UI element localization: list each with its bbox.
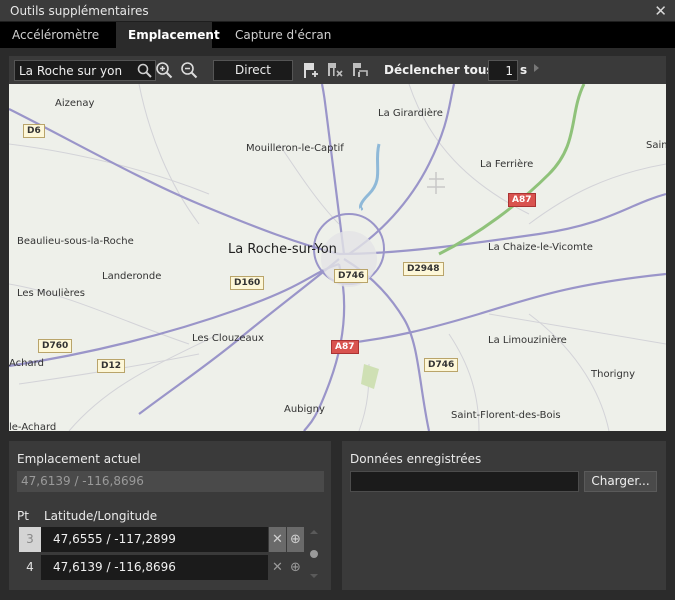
saved-data-title: Données enregistrées [350,452,482,466]
trigger-interval-input[interactable] [488,60,518,81]
road-shield: D2948 [403,262,444,276]
add-pin-icon[interactable] [301,61,319,79]
trigger-unit: s [520,63,528,77]
scroll-up-icon [310,530,318,534]
point-latlng-value[interactable]: 47,6555 / -117,2899 [41,527,268,552]
map-place-label: La Limouzinière [488,335,567,346]
points-row[interactable]: 4 47,6139 / -116,8696 ✕ ⊕ [19,555,303,580]
tab-bar: Accéléromètre Emplacement Capture d'écra… [0,22,675,48]
tab-accelerometer[interactable]: Accéléromètre [0,22,111,48]
road-shield: A87 [508,193,536,207]
point-number: 4 [26,560,34,574]
search-icon[interactable] [136,62,153,79]
search-input[interactable] [15,61,133,80]
map-place-label: La Chaize-le-Vicomte [488,242,593,253]
route-icon[interactable] [351,61,369,79]
points-row[interactable]: 3 47,6555 / -117,2899 ✕ ⊕ [19,527,304,552]
clear-pins-icon[interactable] [326,61,344,79]
saved-data-field[interactable] [350,471,579,492]
map-place-label: Les Clouzeaux [192,333,264,344]
tab-location[interactable]: Emplacement [116,22,220,48]
road-shield: D760 [38,339,73,353]
map-roads [9,84,666,431]
zoom-in-icon[interactable] [155,61,173,79]
road-shield: D12 [97,359,125,373]
tab-screenshot[interactable]: Capture d'écran [223,22,343,48]
map-place-label: Saint [646,140,666,151]
map-place-label: La Ferrière [480,159,534,170]
play-icon[interactable] [534,64,539,72]
map-place-label: La Girardière [378,108,443,119]
zoom-out-icon[interactable] [180,61,198,79]
saved-data-panel: Données enregistrées Charger... [342,441,666,590]
delete-point-icon[interactable]: ✕ [269,527,286,552]
scroll-down-icon [310,574,318,578]
current-location-field: 47,6139 / -116,8696 [17,471,324,492]
points-scrollbar[interactable] [309,527,319,581]
map-place-label: Saint-Florent-des-Bois [451,410,561,421]
delete-point-icon[interactable]: ✕ [269,555,286,580]
search-box [14,60,156,81]
add-point-icon[interactable]: ⊕ [287,527,304,552]
map-place-label: Les Moulières [17,288,85,299]
map-place-label: Landeronde [102,271,162,282]
map-place-label: La Roche-sur-Yon [228,242,337,257]
close-icon[interactable]: ✕ [654,2,667,20]
points-col-pt: Pt [17,509,29,523]
location-panel: Emplacement actuel 47,6139 / -116,8696 P… [9,441,331,590]
road-shield: D746 [424,358,459,372]
window-title: Outils supplémentaires [10,4,149,18]
road-shield: D6 [23,124,45,138]
road-shield: D746 [334,269,369,283]
scroll-thumb [310,550,318,558]
map-toolbar: Direct Déclencher tous les s [9,56,666,84]
load-button[interactable]: Charger... [584,471,657,492]
current-location-title: Emplacement actuel [17,452,141,466]
map-place-label: Aubigny [284,404,325,415]
mode-button[interactable]: Direct [213,60,293,81]
point-latlng-value[interactable]: 47,6139 / -116,8696 [41,555,268,580]
map-place-label: le-Achard [9,422,57,431]
point-number: 3 [19,527,41,552]
title-bar: Outils supplémentaires ✕ [0,0,675,22]
road-shield: D160 [230,276,265,290]
map-view[interactable]: Aizenay La Girardière Mouilleron-le-Capt… [9,84,666,431]
map-place-label: Beaulieu-sous-la-Roche [17,236,134,247]
road-shield: A87 [331,340,359,354]
points-col-latlng: Latitude/Longitude [44,509,158,523]
map-place-label: Aizenay [55,98,95,109]
map-place-label: Achard [9,358,44,369]
add-point-icon[interactable]: ⊕ [287,555,304,580]
map-place-label: Mouilleron-le-Captif [246,143,344,154]
map-place-label: Thorigny [591,369,636,380]
